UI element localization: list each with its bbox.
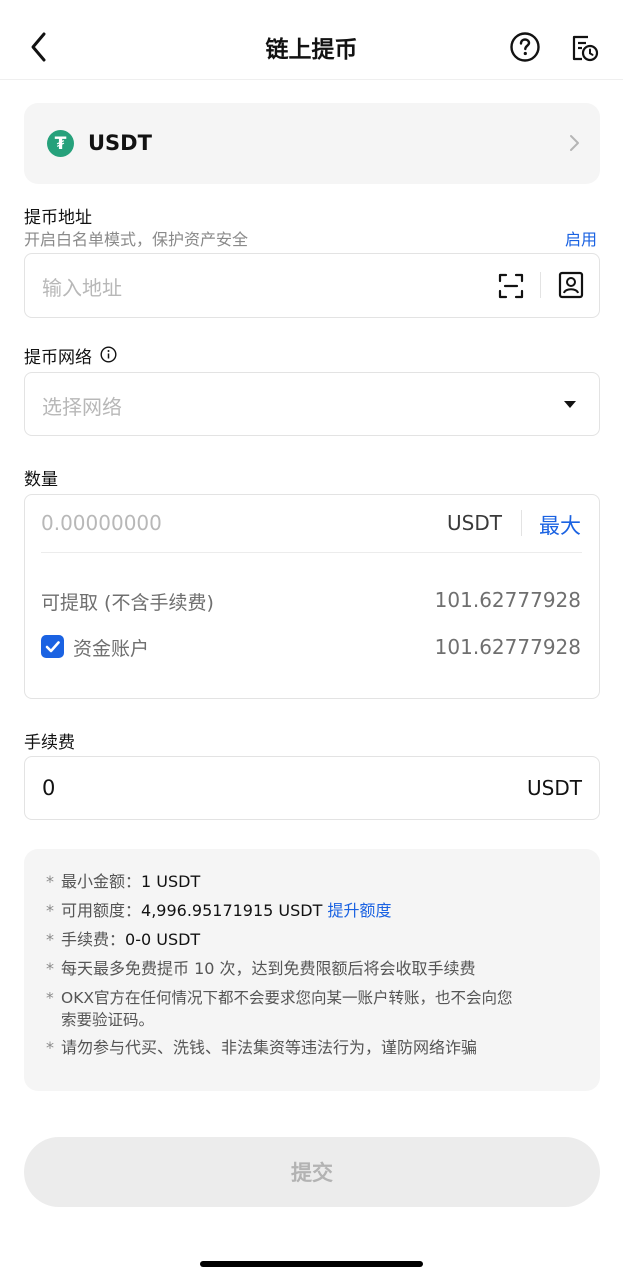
network-placeholder: 选择网络 (42, 395, 122, 419)
caret-down-icon[interactable] (562, 398, 578, 410)
address-icon-divider (540, 272, 541, 298)
address-book-icon[interactable] (557, 270, 585, 300)
raise-limit-link[interactable]: 提升额度 (327, 901, 391, 920)
note-okx-line2: 索要验证码。 (61, 1011, 155, 1029)
note-min-label: 最小金额： (61, 872, 142, 891)
note-limit-value: 4,996.95171915 USDT (141, 901, 323, 920)
note-fraud-warning: * 请勿参与代买、洗钱、非法集资等违法行为，谨防网络诈骗 (46, 1038, 478, 1057)
available-label: 可提取 (不含手续费) (41, 592, 214, 614)
amount-label: 数量 (24, 470, 58, 490)
coin-name: USDT (88, 131, 152, 155)
whitelist-hint: 开启白名单模式，保护资产安全 (24, 230, 249, 249)
network-label: 提币网络 (24, 348, 92, 368)
amount-divider (41, 552, 582, 553)
available-value: 101.62777928 (434, 588, 581, 612)
note-min-value: 1 USDT (141, 872, 201, 891)
note-free-text: 每天最多免费提币 10 次，达到免费限额后将会收取手续费 (61, 959, 476, 978)
note-free-withdrawals: * 每天最多免费提币 10 次，达到免费限额后将会收取手续费 (46, 959, 476, 978)
note-okx-line1: OKX官方在任何情况下都不会要求您向某一账户转账，也不会向您 (61, 989, 513, 1007)
top-bar: 链上提币 (0, 0, 623, 80)
enable-whitelist-link[interactable]: 启用 (565, 226, 597, 250)
question-circle-icon[interactable] (509, 31, 541, 63)
network-select[interactable]: 选择网络 (24, 372, 600, 436)
home-indicator (200, 1261, 423, 1267)
note-okx-warning: * OKX官方在任何情况下都不会要求您向某一账户转账，也不会向您 索要验证码。 (46, 987, 586, 1031)
note-fee-label: 手续费： (61, 930, 126, 949)
chevron-right-icon (570, 135, 579, 151)
fee-field: 0 USDT (24, 756, 600, 820)
note-available-limit: * 可用额度：4,996.95171915 USDT 提升额度 (46, 901, 392, 920)
funding-account-checkbox[interactable] (41, 635, 64, 658)
note-limit-label: 可用额度： (61, 901, 142, 920)
note-fee: * 手续费：0-0 USDT (46, 930, 201, 949)
address-placeholder: 输入地址 (42, 276, 122, 300)
notice-panel: * 最小金额：1 USDT * 可用额度：4,996.95171915 USDT 提… (24, 849, 600, 1091)
scan-icon[interactable] (497, 272, 525, 300)
amount-unit-divider (521, 510, 522, 536)
note-fee-value: 0-0 USDT (125, 930, 201, 949)
fee-value: 0 (42, 776, 56, 800)
info-icon[interactable] (100, 346, 117, 363)
submit-button[interactable]: 提交 (24, 1137, 600, 1207)
funding-account-value: 101.62777928 (434, 635, 581, 659)
address-label: 提币地址 (24, 208, 92, 228)
fee-unit: USDT (527, 776, 582, 800)
coin-selector[interactable]: ₮ USDT (24, 103, 600, 184)
note-min-amount: * 最小金额：1 USDT (46, 872, 201, 891)
usdt-logo-glyph: ₮ (54, 133, 67, 154)
amount-input[interactable]: 0.00000000 (41, 511, 162, 535)
fee-label: 手续费 (24, 733, 75, 753)
usdt-logo-icon: ₮ (47, 130, 74, 157)
max-button[interactable]: 最大 (539, 510, 581, 540)
funding-account-label: 资金账户 (73, 638, 150, 660)
amount-unit: USDT (447, 511, 502, 535)
history-record-icon[interactable] (568, 31, 600, 63)
checkmark-icon (45, 641, 60, 653)
note-fraud-text: 请勿参与代买、洗钱、非法集资等违法行为，谨防网络诈骗 (61, 1038, 478, 1057)
